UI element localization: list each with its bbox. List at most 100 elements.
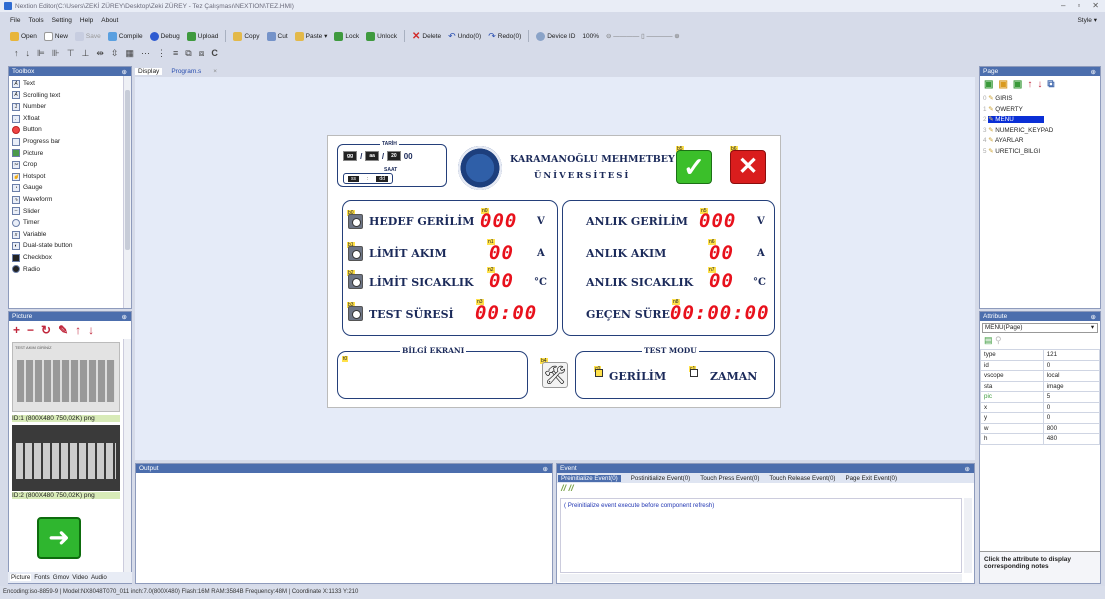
upload-button[interactable]: Upload (186, 31, 218, 41)
cancel-button[interactable]: ✕ (730, 150, 766, 184)
delete-page-icon[interactable]: ▣ (998, 79, 1007, 91)
move-up-icon[interactable]: ↑ (75, 323, 81, 337)
compile-button[interactable]: Compile (107, 31, 143, 41)
align-top-icon[interactable]: ⊤ (67, 48, 75, 59)
page-item[interactable]: 0 ✎ GIRIS (983, 94, 1100, 105)
picture-scrollbar[interactable] (123, 339, 131, 583)
toolbox-item-crop[interactable]: ✂ Crop (12, 159, 128, 171)
page-item[interactable]: 5 ✎ URETICI_BILGI (983, 147, 1100, 158)
page-item[interactable]: 4 ✎ AYARLAR (983, 136, 1100, 147)
sort-icon[interactable]: ▤ (984, 335, 993, 345)
center-v-icon[interactable]: ⇳ (111, 48, 119, 59)
save-button[interactable]: Save (74, 31, 101, 41)
delete-button[interactable]: ✕ Delete (412, 31, 441, 42)
arrow-down-icon[interactable]: ↓ (26, 48, 31, 58)
pin-icon[interactable]: ⊕ (122, 313, 127, 321)
lock-layout-icon[interactable]: C (211, 48, 218, 58)
minimize-button[interactable]: – (1061, 1, 1065, 10)
toolbox-item-gauge[interactable]: ◔ Gauge (12, 182, 128, 194)
pin-icon[interactable]: ⊕ (965, 465, 970, 473)
tools-icon[interactable]: 🛠 (542, 362, 568, 388)
copy-button[interactable]: Copy (233, 31, 260, 41)
tab-touch-press[interactable]: Touch Press Event(0) (700, 475, 759, 482)
menu-about[interactable]: About (101, 17, 118, 24)
pin-icon[interactable]: ⊕ (122, 68, 127, 76)
comment-toggle-icon[interactable]: // // (557, 483, 974, 497)
hmi-page[interactable]: TARİH gg / aa/ 20 00 SAAT ss: dd KARAMANOĞ… (327, 135, 781, 408)
minute-field[interactable]: dd (376, 175, 388, 182)
attribute-row[interactable]: vscope local (980, 370, 1101, 382)
toolbox-item-number[interactable]: 1 Number (12, 101, 128, 113)
toolbox-item-hotspot[interactable]: ☝ Hotspot (12, 171, 128, 183)
add-page-icon[interactable]: ▣ (984, 79, 993, 91)
redo-button[interactable]: ↷ Redo(0) (488, 31, 521, 42)
hour-field[interactable]: ss (348, 175, 359, 182)
debug-button[interactable]: Debug (149, 31, 180, 41)
attribute-row[interactable]: x0 (980, 401, 1101, 413)
toolbox-item-radio[interactable]: Radio (12, 264, 128, 276)
zoom-slider[interactable]: ⊖ ———— ▯ ———— ⊕ (606, 32, 680, 40)
toolbox-item-button[interactable]: Button (12, 124, 128, 136)
tab-program[interactable]: Program.s (168, 68, 204, 75)
tab-audio[interactable]: Audio (91, 574, 107, 581)
align-bottom-icon[interactable]: ⊥ (82, 48, 90, 59)
attribute-row[interactable]: h 480 (980, 433, 1101, 445)
center-h-icon[interactable]: ⇹ (96, 48, 104, 59)
component-selector[interactable]: MENU(Page) ▾ (982, 323, 1098, 333)
attribute-row[interactable]: pic 5 (980, 391, 1101, 403)
attribute-row[interactable]: w 800 (980, 422, 1101, 434)
copy-page-icon[interactable]: ⧉ (1047, 79, 1054, 91)
device-id-button[interactable]: Device ID (536, 31, 575, 41)
page-item[interactable]: 3 ✎ NUMERIC_KEYPAD (983, 126, 1100, 137)
page-item[interactable]: 1 ✎ QWERTY (983, 105, 1100, 116)
gerilim-checkbox[interactable] (595, 369, 603, 377)
tab-picture[interactable]: Picture (10, 574, 32, 581)
menu-help[interactable]: Help (80, 17, 93, 24)
attribute-row[interactable]: type 121 (980, 349, 1101, 361)
tab-touch-release[interactable]: Touch Release Event(0) (769, 475, 835, 482)
pin-icon[interactable]: ⊕ (1091, 313, 1096, 321)
tab-postinitialize[interactable]: Postinitialize Event(0) (631, 475, 691, 482)
pin-icon[interactable]: ⊕ (1091, 68, 1096, 76)
picture-thumbnail-2[interactable] (12, 425, 120, 491)
tab-fonts[interactable]: Fonts (34, 574, 49, 581)
close-button[interactable]: ✕ (1092, 1, 1099, 10)
undo-button[interactable]: ↶ Undo(0) (448, 31, 481, 42)
arrow-right-icon[interactable]: ➜ (37, 517, 81, 559)
add-icon[interactable]: + (13, 323, 20, 337)
filter-icon[interactable]: ⚲ (995, 335, 1002, 345)
align-right-icon[interactable]: ⊪ (52, 48, 60, 59)
close-tab-icon[interactable]: × (210, 68, 220, 75)
move-down-icon[interactable]: ↓ (88, 323, 94, 337)
style-button[interactable]: Style ▾ (1077, 16, 1097, 24)
tab-video[interactable]: Video (72, 574, 88, 581)
toolbox-item-dual-state-button[interactable]: ◐ Dual-state button (12, 240, 128, 252)
edit-icon[interactable]: ✎ (58, 323, 68, 337)
limit-akim-value[interactable]: 00 (489, 242, 514, 264)
year-field[interactable]: 20 (387, 151, 401, 161)
move-up-icon[interactable]: ↑ (1027, 79, 1032, 91)
confirm-button[interactable]: ✓ (676, 150, 712, 184)
space-v-icon[interactable]: ⋮ (157, 48, 166, 59)
open-button[interactable]: Open (10, 31, 37, 41)
tab-preinitialize[interactable]: Preinitialize Event(0) (558, 474, 621, 482)
menu-tools[interactable]: Tools (28, 17, 43, 24)
tab-page-exit[interactable]: Page Exit Event(0) (845, 475, 897, 482)
output-log[interactable] (136, 473, 552, 583)
month-field[interactable]: aa (365, 151, 379, 161)
attribute-row[interactable]: y0 (980, 412, 1101, 424)
arrow-up-icon[interactable]: ↑ (14, 48, 19, 58)
same-size-icon[interactable]: ▦ (125, 48, 134, 59)
page-item-selected[interactable]: 2 ✎ MENU (983, 115, 1100, 126)
move-down-icon[interactable]: ↓ (1037, 79, 1042, 91)
align-left-icon[interactable]: ⊫ (37, 48, 45, 59)
gear-icon[interactable] (348, 214, 363, 229)
menu-file[interactable]: File (10, 17, 20, 24)
hedef-gerilim-value[interactable]: 000 (480, 210, 517, 232)
tab-gmov[interactable]: Gmov (53, 574, 70, 581)
picture-thumbnail-1[interactable]: TEST AKIM GİRİNİZ (12, 342, 120, 412)
gear-icon[interactable] (348, 246, 363, 261)
cut-button[interactable]: Cut (266, 31, 288, 41)
pin-icon[interactable]: ⊕ (543, 465, 548, 473)
new-button[interactable]: New (43, 31, 68, 41)
